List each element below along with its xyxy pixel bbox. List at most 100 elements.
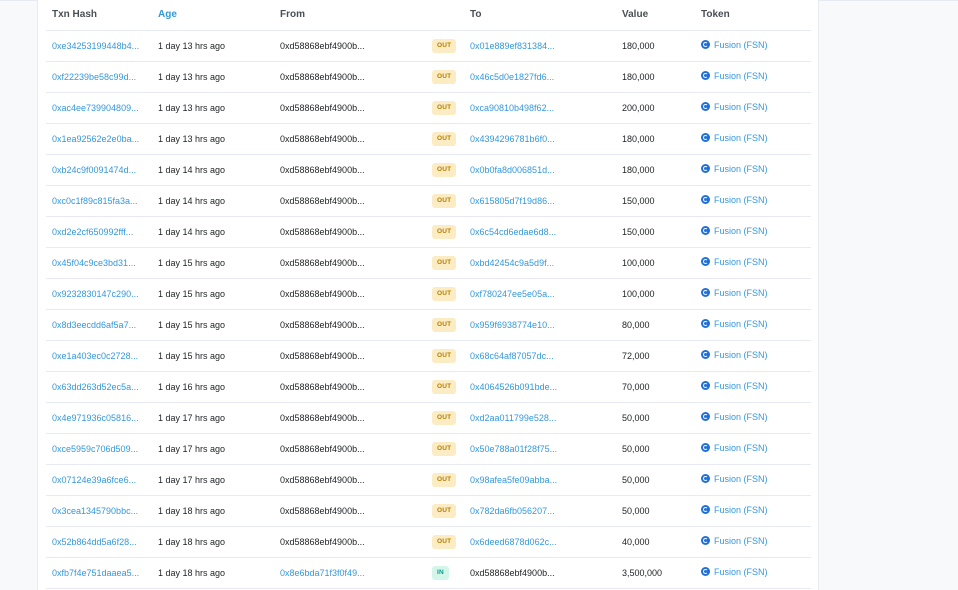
direction-badge: OUT [432,193,457,208]
token-link[interactable]: Fusion (FSN) [701,164,768,174]
token-name: Fusion (FSN) [714,504,768,515]
token-link[interactable]: Fusion (FSN) [701,40,768,50]
to-address-link[interactable]: 0x959f6938774e10... [470,320,555,330]
to-address-link[interactable]: 0x0b0fa8d006851d... [470,165,555,175]
token-link[interactable]: Fusion (FSN) [701,102,768,112]
from-address: 0xd58868ebf4900b... [280,319,365,330]
txn-hash-link[interactable]: 0x9232830147c290... [52,289,139,299]
table-header-row: Txn Hash Age From To Value Token [46,0,811,31]
direction-badge: OUT [432,441,457,456]
txn-hash-link[interactable]: 0xfb7f4e751daaea5... [52,568,139,578]
txn-hash-link[interactable]: 0xb24c9f0091474d... [52,165,136,175]
direction-badge: OUT [432,224,457,239]
to-address-link[interactable]: 0x68c64af87057dc... [470,351,554,361]
txn-age: 1 day 18 hrs ago [158,536,226,547]
fusion-token-icon [701,319,710,329]
token-link[interactable]: Fusion (FSN) [701,505,768,515]
to-address-link[interactable]: 0xd2aa011799e528... [470,413,556,423]
token-name: Fusion (FSN) [714,287,768,298]
table-row: 0x3cea1345790bbc... 1 day 18 hrs ago 0xd58… [46,495,811,527]
txn-hash-link[interactable]: 0xf22239be58c99d... [52,72,136,82]
fusion-token-icon [701,412,710,422]
txn-age: 1 day 15 hrs ago [158,350,226,361]
fusion-token-icon [701,474,710,484]
table-row: 0xf22239be58c99d... 1 day 13 hrs ago 0xd58… [46,61,811,93]
txn-hash-link[interactable]: 0x07124e39a6fce6... [52,475,136,485]
token-link[interactable]: Fusion (FSN) [701,474,768,484]
txn-hash-link[interactable]: 0x45f04c9ce3bd31... [52,258,136,268]
to-address: 0xd58868ebf4900b... [470,567,555,578]
token-link[interactable]: Fusion (FSN) [701,257,768,267]
to-address-link[interactable]: 0xbd42454c9a5d9f... [470,258,554,268]
header-token: Token [695,0,811,31]
txn-value: 40,000 [622,536,650,547]
token-link[interactable]: Fusion (FSN) [701,71,768,81]
header-txn-hash: Txn Hash [46,0,152,31]
token-transfers-card: Txn Hash Age From To Value Token 0xe3425… [37,0,819,590]
token-name: Fusion (FSN) [714,411,768,422]
txn-hash-link[interactable]: 0xe1a403ec0c2728... [52,351,138,361]
to-address-link[interactable]: 0x6deed6878d062c... [470,537,557,547]
txn-age: 1 day 14 hrs ago [158,164,226,175]
token-name: Fusion (FSN) [714,535,768,546]
txn-age: 1 day 15 hrs ago [158,319,226,330]
from-address: 0xd58868ebf4900b... [280,474,365,485]
token-link[interactable]: Fusion (FSN) [701,195,768,205]
txn-hash-link[interactable]: 0x1ea92562e2e0ba... [52,134,139,144]
txn-hash-link[interactable]: 0x52b864dd5a6f28... [52,537,137,547]
to-address-link[interactable]: 0x782da6fb056207... [470,506,555,516]
to-address-link[interactable]: 0x4394296781b6f0... [470,134,555,144]
txn-hash-link[interactable]: 0xac4ee739904809... [52,103,139,113]
txn-hash-link[interactable]: 0x4e971936c05816... [52,413,139,423]
from-address: 0xd58868ebf4900b... [280,71,365,82]
table-row: 0xe1a403ec0c2728... 1 day 15 hrs ago 0xd58… [46,340,811,372]
direction-badge: OUT [432,131,457,146]
from-address: 0xd58868ebf4900b... [280,412,365,423]
txn-hash-link[interactable]: 0x8d3eecdd6af5a7... [52,320,136,330]
txn-hash-link[interactable]: 0xe34253199448b4... [52,41,139,51]
to-address-link[interactable]: 0x01e889ef831384... [470,41,555,51]
token-link[interactable]: Fusion (FSN) [701,133,768,143]
to-address-link[interactable]: 0x50e788a01f28f75... [470,444,557,454]
token-name: Fusion (FSN) [714,194,768,205]
token-link[interactable]: Fusion (FSN) [701,567,768,577]
table-row: 0xe34253199448b4... 1 day 13 hrs ago 0xd58… [46,30,811,62]
txn-age: 1 day 13 hrs ago [158,102,226,113]
from-address: 0xd58868ebf4900b... [280,505,365,516]
txn-hash-link[interactable]: 0x3cea1345790bbc... [52,506,138,516]
fusion-token-icon [701,102,710,112]
table-row: 0x9232830147c290... 1 day 15 hrs ago 0xd58… [46,278,811,310]
fusion-token-icon [701,71,710,81]
to-address-link[interactable]: 0x98afea5fe09abba... [470,475,557,485]
token-link[interactable]: Fusion (FSN) [701,536,768,546]
fusion-token-icon [701,443,710,453]
from-address-link[interactable]: 0x8e6bda71f3f0f49... [280,568,365,578]
txn-value: 180,000 [622,71,655,82]
token-name: Fusion (FSN) [714,163,768,174]
token-link[interactable]: Fusion (FSN) [701,350,768,360]
txn-hash-link[interactable]: 0xce5959c706d509... [52,444,138,454]
txn-age: 1 day 15 hrs ago [158,288,226,299]
token-link[interactable]: Fusion (FSN) [701,443,768,453]
to-address-link[interactable]: 0x4064526b091bde... [470,382,557,392]
to-address-link[interactable]: 0xf780247ee5e05a... [470,289,555,299]
txn-hash-link[interactable]: 0xd2e2cf650992fff... [52,227,133,237]
from-address: 0xd58868ebf4900b... [280,288,365,299]
direction-badge: OUT [432,162,457,177]
to-address-link[interactable]: 0x46c5d0e1827fd6... [470,72,554,82]
token-link[interactable]: Fusion (FSN) [701,412,768,422]
header-age-toggle[interactable]: Age [152,0,274,31]
to-address-link[interactable]: 0x615805d7f19d86... [470,196,555,206]
token-name: Fusion (FSN) [714,39,768,50]
token-link[interactable]: Fusion (FSN) [701,319,768,329]
token-link[interactable]: Fusion (FSN) [701,226,768,236]
txn-age: 1 day 17 hrs ago [158,412,226,423]
header-to: To [464,0,616,31]
txn-hash-link[interactable]: 0x63dd263d52ec5a... [52,382,139,392]
token-link[interactable]: Fusion (FSN) [701,288,768,298]
direction-badge: OUT [432,38,457,53]
to-address-link[interactable]: 0x6c54cd6edae6d8... [470,227,556,237]
to-address-link[interactable]: 0xca90810b498f62... [470,103,554,113]
txn-hash-link[interactable]: 0xc0c1f89c815fa3a... [52,196,138,206]
token-link[interactable]: Fusion (FSN) [701,381,768,391]
